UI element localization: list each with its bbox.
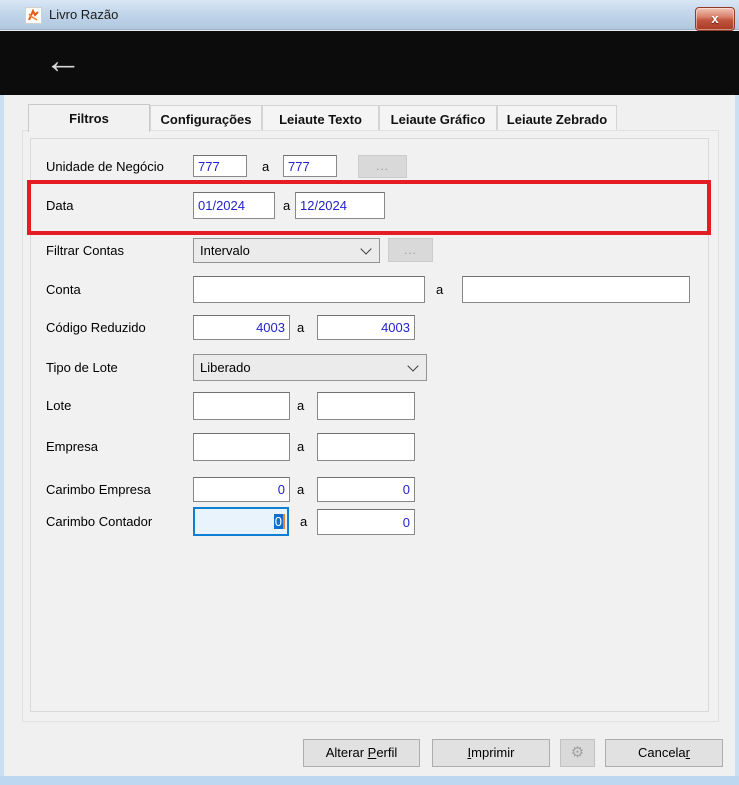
alterar-perfil-button[interactable]: Alterar Perfil (303, 739, 420, 767)
field-label: Carimbo Contador (46, 514, 153, 529)
row-carimbo-empresa: Carimbo Empresa a (0, 477, 739, 502)
gear-button[interactable]: ⚙ (560, 739, 595, 767)
data-to-input[interactable] (295, 192, 385, 219)
tab-strip: Filtros Configurações Leiaute Texto Leia… (28, 104, 617, 132)
cancelar-button[interactable]: Cancelar (605, 739, 723, 767)
carimbo-contador-from-input[interactable]: 0 (193, 507, 289, 536)
unidade-negocio-from-input[interactable] (193, 155, 247, 177)
field-label: Unidade de Negócio (46, 159, 164, 174)
app-icon (25, 7, 42, 24)
field-label: Conta (46, 282, 81, 297)
range-separator: a (297, 320, 305, 335)
data-from-input[interactable] (193, 192, 275, 219)
field-label: Data (46, 198, 74, 213)
carimbo-contador-to-input[interactable] (317, 509, 415, 535)
conta-from-input[interactable] (193, 276, 425, 303)
window-border-bottom (0, 776, 739, 785)
conta-to-input[interactable] (462, 276, 690, 303)
range-separator: a (297, 482, 305, 497)
tab-leiaute-texto[interactable]: Leiaute Texto (262, 105, 379, 131)
row-unidade-de-negocio: Unidade de Negócio a ... (0, 155, 739, 178)
dialog-livro-razao: Livro Razão x ← Filtros Configurações Le… (0, 0, 739, 785)
row-empresa: Empresa a (0, 433, 739, 461)
codigo-reduzido-to-input[interactable] (317, 315, 415, 340)
close-button[interactable]: x (695, 7, 735, 31)
row-carimbo-contador: Carimbo Contador 0 a (0, 507, 739, 536)
tipo-de-lote-select[interactable]: Liberado (193, 354, 427, 381)
field-label: Filtrar Contas (46, 243, 125, 258)
imprimir-button[interactable]: Imprimir (432, 739, 550, 767)
range-separator: a (300, 514, 308, 529)
filtrar-contas-value: Intervalo (200, 243, 250, 258)
codigo-reduzido-from-input[interactable] (193, 315, 290, 340)
unidade-negocio-browse-button[interactable]: ... (358, 155, 407, 178)
lote-to-input[interactable] (317, 392, 415, 420)
field-label: Código Reduzido (46, 320, 146, 335)
range-separator: a (262, 159, 270, 174)
tipo-de-lote-value: Liberado (200, 360, 251, 375)
field-label: Lote (46, 398, 72, 413)
text-caret (283, 514, 285, 529)
range-separator: a (297, 398, 305, 413)
empresa-to-input[interactable] (317, 433, 415, 461)
chevron-down-icon (407, 359, 419, 372)
carimbo-empresa-to-input[interactable] (317, 477, 415, 502)
lote-from-input[interactable] (193, 392, 290, 420)
range-separator: a (436, 282, 444, 297)
range-separator: a (283, 198, 291, 213)
field-label: Carimbo Empresa (46, 482, 151, 497)
back-arrow-icon[interactable]: ← (44, 39, 82, 83)
tab-filtros[interactable]: Filtros (28, 104, 150, 132)
tab-configuracoes[interactable]: Configurações (150, 105, 262, 131)
title-bar: Livro Razão x (0, 0, 739, 31)
filters-groupbox (30, 138, 709, 712)
carimbo-empresa-from-input[interactable] (193, 477, 290, 502)
row-conta: Conta a (0, 276, 739, 303)
window-title: Livro Razão (49, 7, 119, 22)
row-lote: Lote a (0, 392, 739, 420)
row-data: Data a (0, 192, 739, 219)
row-filtrar-contas: Filtrar Contas Intervalo ... (0, 238, 739, 263)
row-codigo-reduzido: Código Reduzido a (0, 315, 739, 340)
toolbar: ← (0, 31, 739, 95)
row-tipo-de-lote: Tipo de Lote Liberado (0, 354, 739, 381)
selected-text: 0 (273, 514, 283, 529)
chevron-down-icon (360, 242, 372, 255)
filtrar-contas-browse-button[interactable]: ... (388, 238, 433, 262)
tab-leiaute-zebrado[interactable]: Leiaute Zebrado (497, 105, 617, 131)
tab-leiaute-grafico[interactable]: Leiaute Gráfico (379, 105, 497, 131)
empresa-from-input[interactable] (193, 433, 290, 461)
unidade-negocio-to-input[interactable] (283, 155, 337, 177)
gear-icon: ⚙ (570, 744, 585, 761)
field-label: Empresa (46, 439, 99, 454)
filtrar-contas-select[interactable]: Intervalo (193, 238, 380, 263)
field-label: Tipo de Lote (46, 360, 118, 375)
range-separator: a (297, 439, 305, 454)
